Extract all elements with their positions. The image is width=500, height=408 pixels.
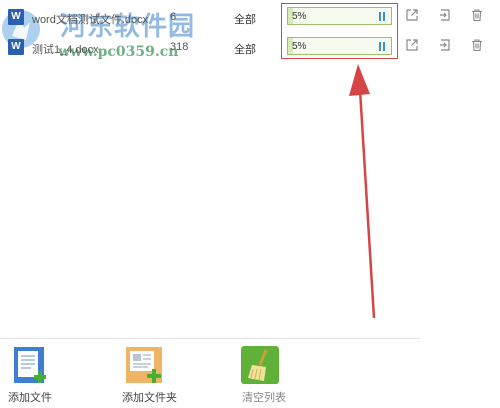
- add-folder-button[interactable]: 添加文件夹: [114, 345, 194, 405]
- file-name: 测试1_4.docx: [32, 44, 99, 56]
- word-document-icon: W: [8, 9, 24, 25]
- annotation-arrow: [349, 64, 376, 319]
- export-icon[interactable]: [438, 8, 452, 22]
- word-document-icon: W: [8, 39, 24, 55]
- table-row[interactable]: W word文档测试文件.docx 6 全部 5%: [0, 5, 500, 31]
- file-size: 6: [170, 11, 177, 23]
- file-size: 318: [170, 41, 189, 53]
- trash-icon[interactable]: [470, 38, 484, 52]
- add-file-button[interactable]: 添加文件: [0, 345, 80, 405]
- file-name: word文档测试文件.docx: [32, 14, 149, 26]
- highlight-box: [281, 3, 398, 59]
- open-external-icon[interactable]: [405, 38, 419, 52]
- clear-list-label: 清空列表: [242, 392, 286, 404]
- clear-list-button[interactable]: 清空列表: [230, 345, 310, 405]
- page-range[interactable]: 全部: [234, 11, 256, 27]
- add-folder-icon: [126, 347, 162, 383]
- table-row[interactable]: W 测试1_4.docx 318 全部 5%: [0, 35, 500, 61]
- page-range[interactable]: 全部: [234, 41, 256, 57]
- open-external-icon[interactable]: [405, 8, 419, 22]
- toolbar-divider: [0, 338, 420, 339]
- trash-icon[interactable]: [470, 8, 484, 22]
- add-folder-label: 添加文件夹: [122, 392, 177, 404]
- add-file-icon: [14, 347, 46, 383]
- export-icon[interactable]: [438, 38, 452, 52]
- broom-icon: [241, 346, 279, 384]
- add-file-label: 添加文件: [8, 392, 52, 404]
